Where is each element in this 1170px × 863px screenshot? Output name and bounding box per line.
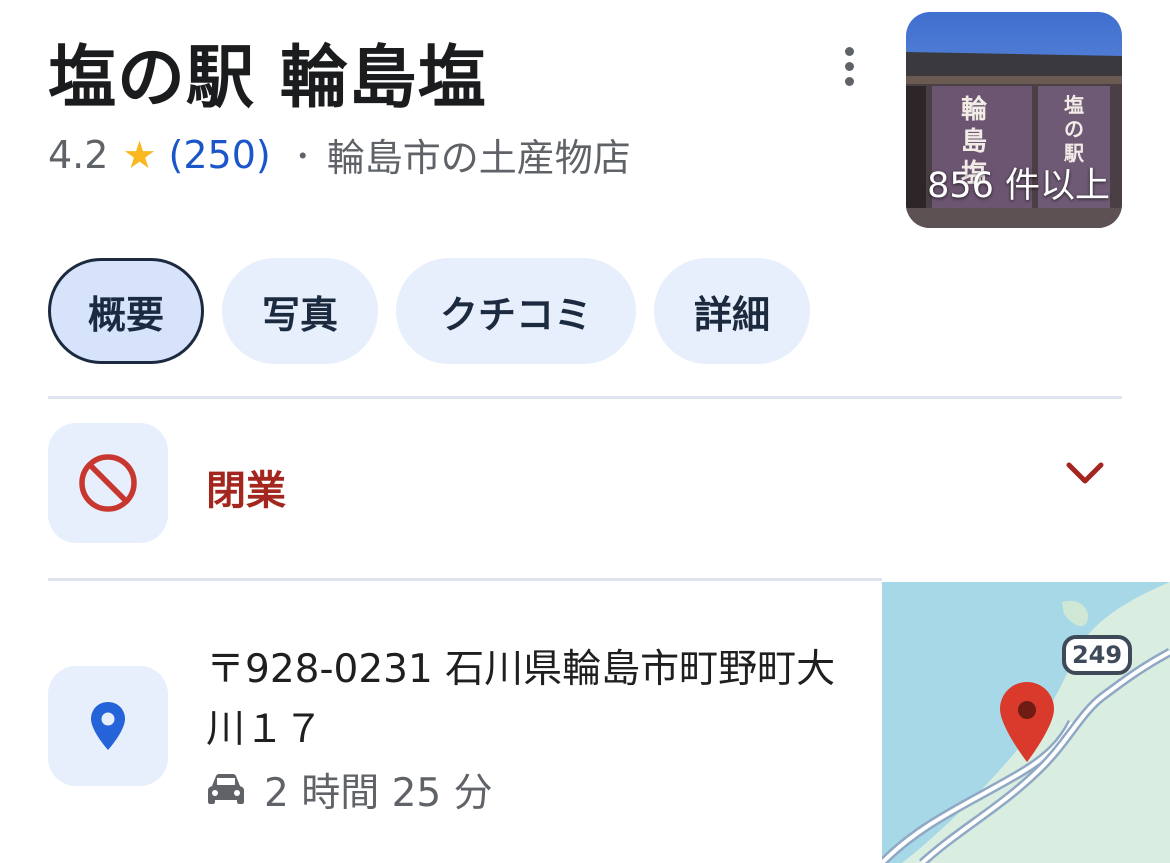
svg-text:塩: 塩 [1064,93,1084,117]
status-icon-tile [48,423,168,543]
car-icon [208,774,244,804]
tab-overview[interactable]: 概要 [48,258,204,364]
route-number-label: 249 [1072,641,1122,669]
map-thumbnail[interactable]: 249 [882,582,1170,863]
more-options-button[interactable] [828,44,870,88]
photo-count-label: 856 件以上 [927,166,1110,206]
tab-details[interactable]: 詳細 [654,258,810,364]
separator: ・ [288,139,317,173]
map-image: 249 [882,582,1170,863]
divider [48,396,1122,399]
more-vert-icon-dot [844,61,854,71]
review-count-link[interactable]: (250) [169,133,271,177]
divider [48,578,882,581]
place-photo[interactable]: 輪 島 塩 塩 の 駅 856 件以上 [906,12,1122,228]
rating-row: 4.2 ★ (250) ・ 輪島市の土産物店 [48,127,631,182]
place-title: 塩の駅 輪島塩 [48,39,487,118]
svg-text:の: の [1064,117,1084,141]
tab-bar: 概要 写真 クチコミ 詳細 [48,258,810,364]
rating-value: 4.2 [48,132,109,177]
svg-text:島: 島 [961,127,987,157]
more-vert-icon-dot [844,76,854,86]
tab-photos[interactable]: 写真 [222,258,378,364]
tab-reviews[interactable]: クチコミ [396,258,636,364]
place-category: 輪島市の土産物店 [326,136,631,180]
star-icon: ★ [122,132,157,177]
block-icon [79,454,137,512]
drive-time-label: 2 時間 25 分 [264,771,493,816]
business-status: 閉業 [206,468,286,514]
chevron-down-icon[interactable] [1062,455,1108,495]
more-vert-icon [844,46,854,56]
drive-time[interactable]: 2 時間 25 分 [206,762,493,818]
location-pin-icon [91,702,125,750]
address-icon-tile [48,666,168,786]
svg-text:輪: 輪 [961,94,988,125]
address-text[interactable]: 〒928-0231 石川県輪島市町野町大川１７ [206,640,836,760]
